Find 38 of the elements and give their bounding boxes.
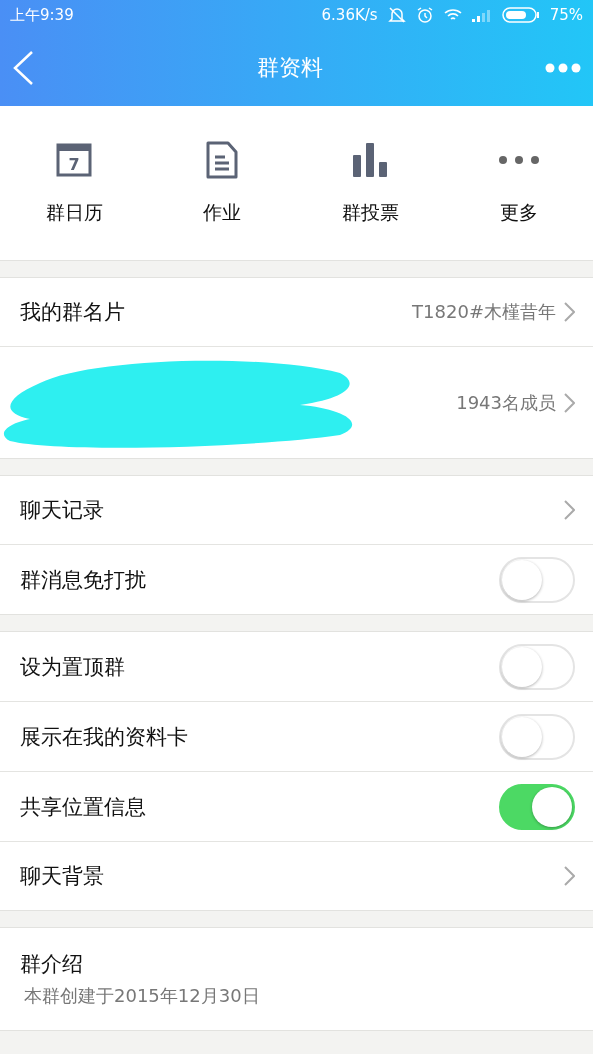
muted-bell-icon [387,6,406,24]
row-label: 聊天记录 [20,497,105,524]
quick-action[interactable]: 群投票 [296,106,445,260]
alarm-icon [415,6,434,24]
row-label: 共享位置信息 [20,793,147,821]
more-icon [497,156,540,164]
calendar-icon: 7 [56,142,93,178]
row-label: 展示在我的资料卡 [20,723,189,751]
bar-chart-icon [352,143,389,177]
battery-icon [501,7,540,23]
chevron-right-icon [564,500,575,520]
toggle-switch[interactable] [499,713,575,760]
chevron-right-icon [564,302,575,322]
toggle-switch[interactable] [499,783,575,830]
quick-action[interactable]: 7 群日历 [0,106,149,260]
network-speed: 6.36K/s [321,6,378,24]
toggle-switch[interactable] [499,643,575,690]
chevron-right-icon [564,392,575,413]
row-label: 我的群名片 [20,299,126,326]
back-button[interactable] [12,50,34,86]
wifi-icon [443,8,462,22]
quick-action[interactable]: 作业 [148,106,297,260]
member-count: 1943名成员 [456,390,556,415]
battery-percent: 75% [549,6,583,24]
document-icon [206,141,239,179]
chevron-right-icon [564,866,575,886]
more-button[interactable] [545,63,581,73]
row-label: 聊天背景 [20,863,105,890]
intro-text: 本群创建于2015年12月30日 [23,984,261,1008]
quick-action[interactable]: 更多 [444,106,593,260]
row-value: T1820#木槿昔年 [412,300,556,324]
intro-title: 群介绍 [20,951,84,978]
signal-icon [471,8,492,22]
toggle-switch[interactable] [499,556,575,603]
row-label: 群消息免打扰 [20,566,147,594]
row-label: 设为置顶群 [20,653,126,681]
status-time: 上午9:39 [10,5,74,25]
page-title: 群资料 [256,54,323,82]
